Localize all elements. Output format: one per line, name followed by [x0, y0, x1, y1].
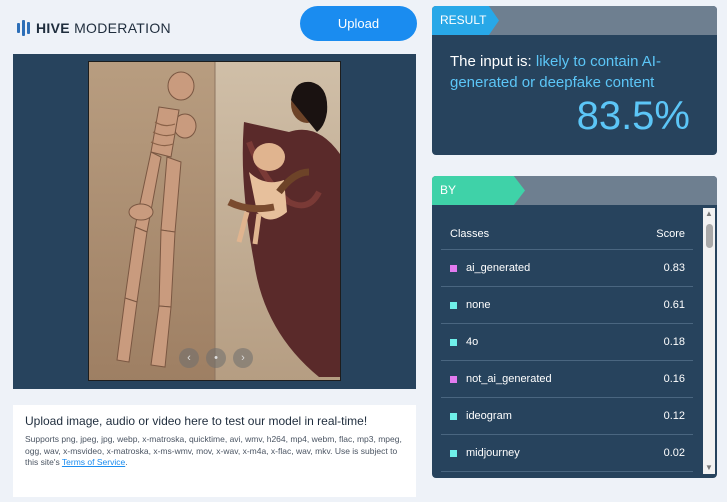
scroll-up-icon[interactable]: ▲	[703, 208, 715, 220]
hive-logo-icon	[17, 20, 30, 36]
class-score: 0.02	[663, 447, 685, 459]
table-row: 4o 0.18	[441, 324, 693, 361]
tos-suffix: .	[125, 457, 128, 467]
class-color-swatch	[450, 301, 457, 309]
upload-info-title: Upload image, audio or video here to tes…	[25, 414, 368, 428]
media-preview-panel: ‹ • ›	[13, 54, 416, 389]
class-label: ai_generated	[466, 262, 531, 274]
class-name: not_ai_generated	[450, 373, 645, 385]
upload-button[interactable]: Upload	[300, 6, 417, 41]
result-score: 83.5%	[576, 94, 690, 138]
logo-rest: MODERATION	[74, 20, 171, 36]
table-row: ai_generated 0.83	[441, 250, 693, 287]
class-name: midjourney	[450, 447, 645, 459]
class-label: not_ai_generated	[466, 373, 552, 385]
col-classes: Classes	[450, 227, 490, 240]
chevron-right-icon[interactable]: ›	[233, 348, 253, 368]
table-row: not_ai_generated 0.16	[441, 361, 693, 398]
class-score: 0.18	[663, 336, 685, 348]
class-name: none	[450, 299, 645, 311]
image-carousel: ‹ • ›	[179, 348, 253, 368]
class-label: none	[466, 299, 491, 311]
class-name: ai_generated	[450, 262, 645, 274]
class-color-swatch	[450, 412, 457, 420]
table-row: midjourney 0.02	[441, 435, 693, 472]
class-name: ideogram	[450, 410, 645, 422]
upload-info-box: Upload image, audio or video here to tes…	[13, 405, 416, 497]
scroll-thumb[interactable]	[706, 224, 713, 248]
classes-scrollbar[interactable]: ▲ ▼	[703, 208, 715, 474]
class-name: 4o	[450, 336, 645, 348]
classes-table: Classes Score ai_generated 0.83 none 0.61 4o…	[441, 218, 693, 472]
logo-text: HIVE MODERATION	[36, 20, 171, 36]
class-label: ideogram	[466, 410, 512, 422]
supported-formats-text: Supports png, jpeg, jpg, webp, x-matrosk…	[25, 434, 404, 469]
carousel-dot[interactable]: •	[206, 348, 226, 368]
result-statement: The input is: likely to contain AI-gener…	[450, 51, 700, 93]
class-score: 0.12	[663, 410, 685, 422]
uploaded-image	[88, 61, 341, 381]
class-label: 4o	[466, 336, 479, 348]
class-score: 0.83	[663, 262, 685, 274]
class-score: 0.16	[663, 373, 685, 385]
col-score: Score	[656, 227, 685, 240]
result-tag: RESULT	[432, 6, 499, 35]
result-header: RESULT	[432, 6, 717, 35]
table-row: ideogram 0.12	[441, 398, 693, 435]
chevron-left-icon[interactable]: ‹	[179, 348, 199, 368]
table-row: none 0.61	[441, 287, 693, 324]
class-color-swatch	[450, 375, 457, 383]
logo-bold: HIVE	[36, 20, 70, 36]
class-color-swatch	[450, 338, 457, 346]
result-card: RESULT The input is: likely to contain A…	[432, 6, 717, 155]
classes-card: BY CLASSES Classes Score ai_generated 0.8…	[432, 176, 717, 478]
class-color-swatch	[450, 449, 457, 457]
hive-logo[interactable]: HIVE MODERATION	[17, 18, 171, 38]
terms-of-service-link[interactable]: Terms of Service	[62, 457, 125, 467]
classes-tag: BY CLASSES	[432, 176, 525, 205]
class-score: 0.61	[663, 299, 685, 311]
table-header: Classes Score	[441, 218, 693, 250]
class-color-swatch	[450, 264, 457, 272]
class-label: midjourney	[466, 447, 520, 459]
classes-header: BY CLASSES	[432, 176, 717, 205]
result-prefix: The input is:	[450, 53, 536, 70]
scroll-down-icon[interactable]: ▼	[703, 462, 715, 474]
